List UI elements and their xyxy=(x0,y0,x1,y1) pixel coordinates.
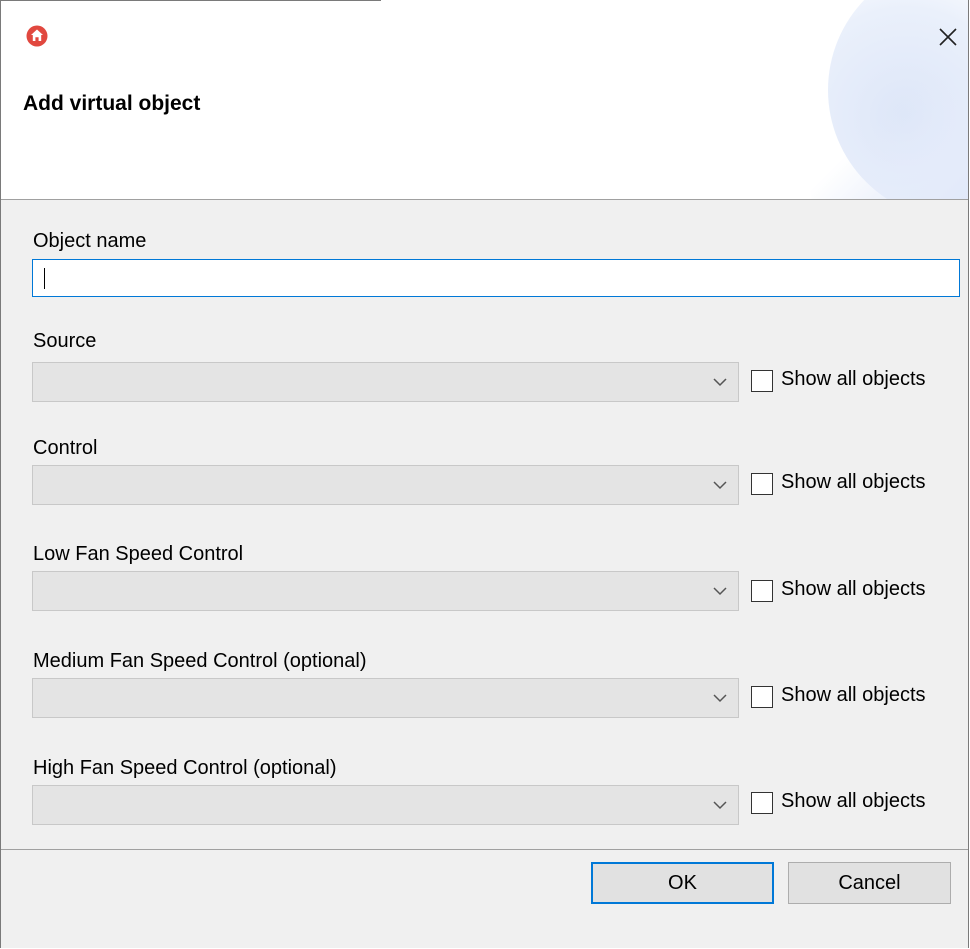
control-show-all-label[interactable]: Show all objects xyxy=(781,471,926,494)
low-fan-speed-show-all-checkbox[interactable] xyxy=(751,580,773,602)
low-fan-speed-dropdown[interactable] xyxy=(32,571,739,611)
medium-fan-speed-dropdown[interactable] xyxy=(32,678,739,718)
add-virtual-object-dialog: Add virtual object Object name Source Sh… xyxy=(0,0,969,948)
chevron-down-icon xyxy=(713,587,727,596)
medium-fan-speed-show-all-checkbox[interactable] xyxy=(751,686,773,708)
chevron-down-icon xyxy=(713,801,727,810)
object-name-label: Object name xyxy=(33,230,147,252)
close-icon xyxy=(939,28,957,46)
low-fan-speed-show-all-label[interactable]: Show all objects xyxy=(781,578,926,601)
dialog-title: Add virtual object xyxy=(23,92,201,115)
high-fan-speed-dropdown[interactable] xyxy=(32,785,739,825)
source-show-all-checkbox[interactable] xyxy=(751,370,773,392)
close-button[interactable] xyxy=(931,20,965,54)
medium-fan-speed-show-all-label[interactable]: Show all objects xyxy=(781,684,926,707)
medium-fan-speed-label: Medium Fan Speed Control (optional) xyxy=(33,650,367,672)
chevron-down-icon xyxy=(713,378,727,387)
object-name-input[interactable] xyxy=(32,259,960,297)
control-dropdown[interactable] xyxy=(32,465,739,505)
text-caret xyxy=(44,268,45,289)
high-fan-speed-show-all-checkbox[interactable] xyxy=(751,792,773,814)
dialog-header: Add virtual object xyxy=(1,0,968,200)
high-fan-speed-show-all-label[interactable]: Show all objects xyxy=(781,790,926,813)
ok-button[interactable]: OK xyxy=(591,862,774,904)
high-fan-speed-label: High Fan Speed Control (optional) xyxy=(33,757,337,779)
source-dropdown[interactable] xyxy=(32,362,739,402)
home-icon xyxy=(26,25,48,47)
low-fan-speed-label: Low Fan Speed Control xyxy=(33,543,244,565)
source-show-all-label[interactable]: Show all objects xyxy=(781,368,926,391)
source-label: Source xyxy=(33,330,97,352)
chevron-down-icon xyxy=(713,481,727,490)
window-top-border xyxy=(1,0,381,1)
cancel-button[interactable]: Cancel xyxy=(788,862,951,904)
control-label: Control xyxy=(33,437,98,459)
control-show-all-checkbox[interactable] xyxy=(751,473,773,495)
chevron-down-icon xyxy=(713,694,727,703)
